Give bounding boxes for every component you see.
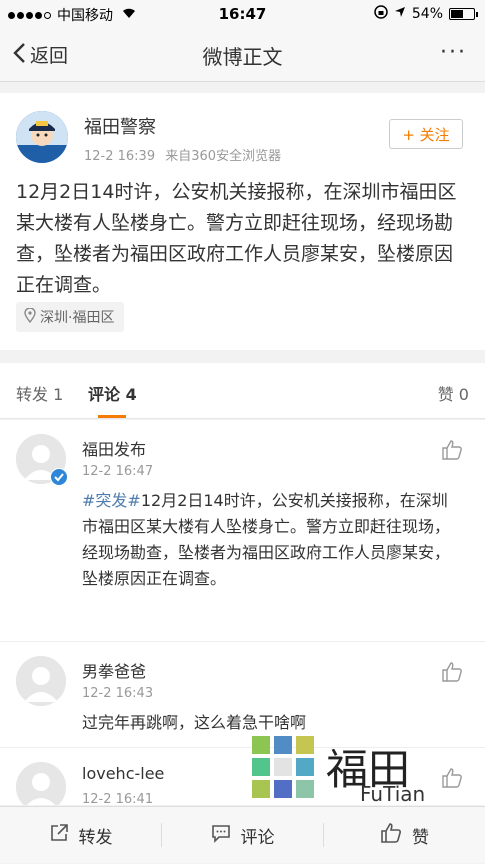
tab-comments[interactable]: 评论 4 — [88, 381, 137, 405]
author-name[interactable]: 福田警察 — [84, 113, 156, 139]
comment-like-icon[interactable] — [441, 662, 463, 686]
commenter-name[interactable]: 男拳爸爸 — [82, 658, 146, 682]
battery-percent: 54% — [411, 6, 443, 22]
commenter-avatar[interactable] — [16, 762, 66, 805]
location-arrow-icon — [394, 6, 406, 22]
active-tab-indicator — [98, 415, 126, 418]
location-tag[interactable]: 深圳·福田区 — [16, 302, 125, 332]
cube-logo-icon — [252, 736, 314, 798]
battery-icon — [449, 8, 478, 20]
comment-label: 评论 — [240, 828, 275, 848]
location-label: 深圳·福田区 — [40, 310, 115, 326]
watermark-subtext: FuTian — [360, 782, 426, 806]
comment-text: #突发#12月2日14时许，公安机关接报称，在深圳市福田区某大楼有人坠楼身亡。警… — [82, 488, 462, 592]
commenter-name[interactable]: 福田发布 — [82, 436, 146, 460]
battery-fill — [451, 10, 463, 18]
comment-time: 12-2 16:41 — [82, 792, 154, 805]
status-bar: 中国移动 16:47 54% — [0, 0, 485, 28]
weibo-post: 福田警察 12-2 16:39 来自360安全浏览器 + 关注 12月2日14时… — [0, 93, 485, 350]
author-avatar[interactable] — [16, 111, 68, 163]
comment-like-icon[interactable] — [441, 440, 463, 464]
repost-label: 转发 — [78, 828, 113, 848]
bottom-action-bar: 转发 评论 赞 — [0, 806, 485, 863]
hashtag-link[interactable]: #突发# — [82, 491, 141, 510]
page-title: 微博正文 — [202, 45, 283, 69]
follow-button[interactable]: + 关注 — [389, 119, 463, 149]
lock-rotation-icon — [374, 5, 388, 23]
post-source: 来自360安全浏览器 — [165, 149, 282, 164]
post-meta: 12-2 16:39 来自360安全浏览器 — [84, 145, 281, 164]
verified-badge-icon — [50, 468, 68, 486]
comment-time: 12-2 16:47 — [82, 464, 154, 479]
share-icon — [49, 823, 69, 848]
commenter-name[interactable]: lovehc-lee — [82, 764, 164, 783]
post-time: 12-2 16:39 — [84, 149, 156, 164]
comment-button[interactable]: 评论 — [162, 807, 323, 864]
repost-button[interactable]: 转发 — [0, 807, 161, 864]
tab-likes[interactable]: 赞 0 — [438, 381, 469, 405]
post-tabs: 转发 1 评论 4 赞 0 — [0, 363, 485, 419]
commenter-avatar[interactable] — [16, 656, 66, 706]
thumbs-up-icon — [380, 823, 402, 848]
more-button[interactable]: ··· — [440, 40, 467, 65]
map-pin-icon — [24, 306, 36, 327]
like-button[interactable]: 赞 — [324, 807, 485, 864]
comment-item: 福田发布 12-2 16:47 #突发#12月2日14时许，公安机关接报称，在深… — [0, 420, 485, 642]
comment-bubble-icon — [211, 823, 231, 848]
comment-time: 12-2 16:43 — [82, 686, 154, 701]
status-right: 54% — [374, 5, 478, 23]
tab-repost[interactable]: 转发 1 — [16, 381, 63, 405]
like-label: 赞 — [412, 828, 429, 848]
futian-watermark: 福田网 FuTian — [248, 730, 448, 855]
post-content: 12月2日14时许，公安机关接报称，在深圳市福田区某大楼有人坠楼身亡。警方立即赶… — [16, 181, 457, 296]
nav-bar: 返回 微博正文 ··· — [0, 28, 485, 82]
